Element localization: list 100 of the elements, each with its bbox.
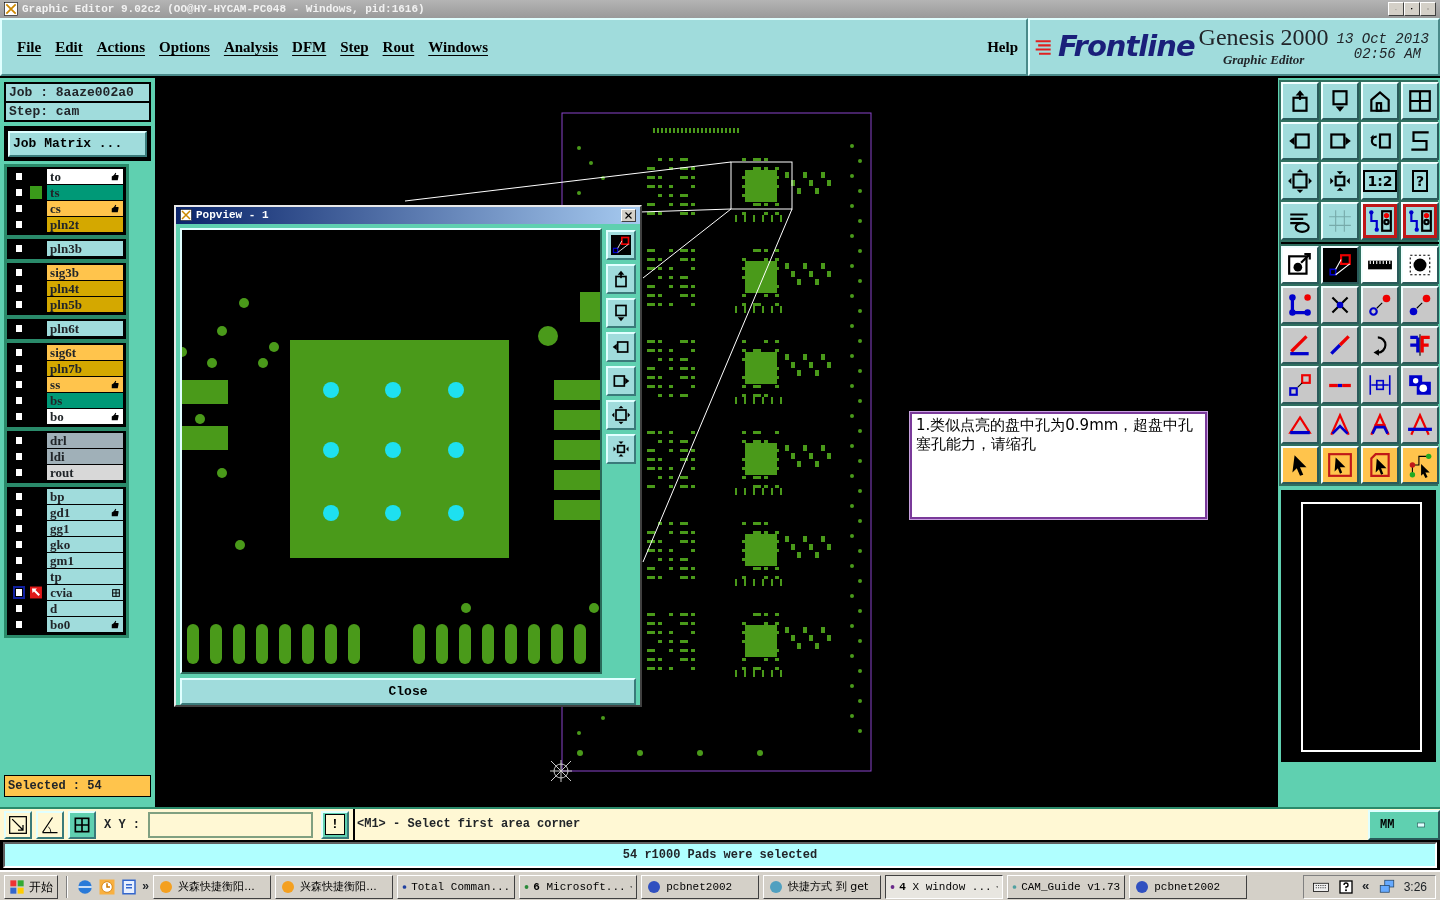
popup-tool-button[interactable]: [606, 263, 636, 294]
menu-item[interactable]: Options: [152, 35, 217, 59]
toolbar-button[interactable]: [1401, 446, 1439, 484]
layer-name[interactable]: d: [47, 601, 123, 616]
menu-item[interactable]: Rout: [375, 35, 422, 59]
toolbar-button[interactable]: [1321, 82, 1359, 120]
tool-button[interactable]: [36, 810, 64, 839]
taskbar-item[interactable]: 6 Microsoft...: [519, 875, 638, 899]
toolbar-button[interactable]: [1281, 446, 1319, 484]
toolbar-button[interactable]: [1321, 162, 1359, 200]
toolbar-button[interactable]: [1361, 286, 1399, 324]
toolbar-button[interactable]: [1281, 406, 1319, 444]
toolbar-button[interactable]: [1281, 366, 1319, 404]
expand-tray-button[interactable]: «: [1361, 877, 1370, 897]
layer-name[interactable]: to: [47, 169, 123, 184]
toolbar-button[interactable]: [1281, 122, 1319, 160]
alert-button[interactable]: !: [321, 810, 349, 839]
document-icon[interactable]: [120, 878, 138, 896]
layer-name[interactable]: pln5b: [47, 297, 123, 312]
toolbar-button[interactable]: [1321, 366, 1359, 404]
layer-name[interactable]: ldi: [47, 449, 123, 464]
toolbar-button[interactable]: [1281, 286, 1319, 324]
taskbar-item[interactable]: CAM_Guide v1.73: [1007, 875, 1126, 899]
taskbar-item[interactable]: pcbnet2002: [641, 875, 760, 899]
close-button[interactable]: Close: [180, 677, 636, 705]
menu-item[interactable]: Analysis: [216, 35, 286, 59]
taskbar-item[interactable]: Total Comman...: [397, 875, 516, 899]
toolbar-button[interactable]: [1361, 202, 1399, 240]
help-menu[interactable]: Help: [987, 35, 1018, 59]
layer-name[interactable]: bp: [47, 489, 123, 504]
toolbar-button[interactable]: [1401, 82, 1439, 120]
menu-item[interactable]: Actions: [89, 35, 152, 59]
tool-button[interactable]: [4, 810, 32, 839]
toolbar-button[interactable]: [1281, 326, 1319, 364]
layer-name[interactable]: pln2t: [47, 217, 123, 232]
toolbar-button[interactable]: [1281, 202, 1319, 240]
toolbar-button[interactable]: [1281, 246, 1319, 284]
toolbar-button[interactable]: [1321, 326, 1359, 364]
toolbar-button[interactable]: [1321, 122, 1359, 160]
coordinate-field[interactable]: [148, 811, 313, 838]
more-button[interactable]: »: [142, 878, 150, 896]
layer-name[interactable]: drl: [47, 433, 123, 448]
toolbar-button[interactable]: [1361, 122, 1399, 160]
toolbar-button[interactable]: [1321, 446, 1359, 484]
taskbar-item[interactable]: 兴森快捷衡阳...: [275, 875, 394, 899]
toolbar-button[interactable]: [1401, 406, 1439, 444]
menu-item[interactable]: DFM: [285, 35, 334, 59]
toolbar-button[interactable]: [1401, 366, 1439, 404]
taskbar-item[interactable]: 快捷方式 到 get: [763, 875, 882, 899]
popup-tool-button[interactable]: [606, 365, 636, 396]
layer-name[interactable]: gko: [47, 537, 123, 552]
start-button[interactable]: 开始: [4, 875, 58, 899]
close-button[interactable]: [621, 208, 636, 222]
toolbar-button[interactable]: [1321, 202, 1359, 240]
layer-checkbox[interactable]: [13, 586, 26, 599]
layer-name[interactable]: bo0: [47, 617, 123, 632]
toolbar-button[interactable]: [1281, 82, 1319, 120]
popup-tool-button[interactable]: [606, 229, 636, 260]
tool-button[interactable]: [68, 810, 96, 839]
popup-tool-button[interactable]: [606, 297, 636, 328]
restore-button[interactable]: [1404, 2, 1420, 16]
toolbar-button[interactable]: [1361, 366, 1399, 404]
layer-name[interactable]: ts: [47, 185, 123, 200]
layer-name[interactable]: bs: [47, 393, 123, 408]
toolbar-button[interactable]: [1361, 406, 1399, 444]
layer-name[interactable]: tp: [47, 569, 123, 584]
popup-tool-button[interactable]: [606, 399, 636, 430]
toolbar-button[interactable]: ?: [1401, 162, 1439, 200]
toolbar-button[interactable]: [1321, 286, 1359, 324]
toolbar-button[interactable]: [1401, 122, 1439, 160]
popup-tool-button[interactable]: [606, 331, 636, 362]
popup-tool-button[interactable]: [606, 433, 636, 464]
menu-item[interactable]: Step: [333, 35, 376, 59]
help-icon[interactable]: [1337, 879, 1354, 895]
layer-name[interactable]: pln6t: [47, 321, 123, 336]
toolbar-button[interactable]: [1401, 202, 1439, 240]
layer-name[interactable]: cvia: [47, 585, 123, 600]
toolbar-button[interactable]: 1:2: [1361, 162, 1399, 200]
layer-name[interactable]: gg1: [47, 521, 123, 536]
toolbar-button[interactable]: [1401, 286, 1439, 324]
taskbar-item[interactable]: 4 X window ...: [885, 875, 1004, 899]
layer-name[interactable]: pln7b: [47, 361, 123, 376]
layer-name[interactable]: cs: [47, 201, 123, 216]
toolbar-button[interactable]: [1321, 246, 1359, 284]
job-matrix-button[interactable]: Job Matrix ...: [8, 131, 147, 157]
toolbar-button[interactable]: [1321, 406, 1359, 444]
taskbar-item[interactable]: 兴森快捷衡阳...: [153, 875, 272, 899]
layer-name[interactable]: rout: [47, 465, 123, 480]
taskbar-item[interactable]: pcbnet2002: [1129, 875, 1248, 899]
layer-name[interactable]: gm1: [47, 553, 123, 568]
minimize-button[interactable]: [1388, 2, 1404, 16]
menu-item[interactable]: File: [10, 35, 49, 59]
toolbar-button[interactable]: [1281, 162, 1319, 200]
toolbar-button[interactable]: [1361, 246, 1399, 284]
toolbar-button[interactable]: [1401, 326, 1439, 364]
units-dropdown[interactable]: MM: [1368, 809, 1440, 840]
layer-name[interactable]: sig3b: [47, 265, 123, 280]
toolbar-button[interactable]: [1401, 246, 1439, 284]
layer-name[interactable]: pln4t: [47, 281, 123, 296]
clock-icon[interactable]: [98, 878, 116, 896]
